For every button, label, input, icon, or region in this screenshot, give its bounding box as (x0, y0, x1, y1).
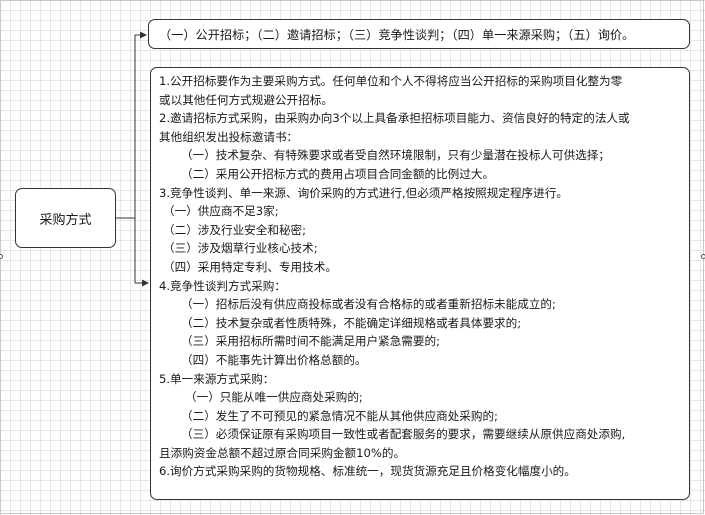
detail-line: （一）技术复杂、有特殊要求或者受自然环境限制，只有少量潜在投标人可供选择； (181, 148, 610, 163)
detail-line: （二）技术复杂或者性质特殊，不能确定详细规格或者具体要求的; (181, 315, 522, 330)
detail-line: 或以其他任何方式规避公开招标。 (159, 92, 333, 107)
details-text-block: 1.公开招标要作为主要采购方式。任何单位和个人不得将应当公开招标的采购项目化整为… (159, 72, 681, 481)
detail-line: （三）涉及烟草行业核心技术; (163, 241, 318, 256)
detail-line: （一）招标后没有供应商投标或者没有合格标的或者重新招标未能成立的; (181, 297, 556, 312)
root-node[interactable]: 采购方式 (15, 188, 116, 248)
root-label: 采购方式 (39, 212, 92, 228)
details-node[interactable]: 1.公开招标要作为主要采购方式。任何单位和个人不得将应当公开招标的采购项目化整为… (150, 67, 690, 500)
detail-line: 3.竞争性谈判、单一来源、询价采购的方式进行,但必须严格按照规定程序进行。 (159, 185, 568, 200)
detail-line: 且添购资金总额不超过原合同采购金额10%的。 (159, 445, 406, 460)
summary-node[interactable]: （一）公开招标；（二）邀请招标；（三）竞争性谈判；（四）单一来源采购；（五）询价… (148, 19, 690, 49)
edge-handle-right (701, 254, 705, 259)
detail-line: （一）只能从唯一供应商处采购的; (185, 390, 363, 405)
summary-text: （一）公开招标；（二）邀请招标；（三）竞争性谈判；（四）单一来源采购；（五）询价… (159, 28, 635, 42)
detail-line: 5.单一来源方式采购： (159, 371, 275, 386)
detail-line: （四）不能事先计算出价格总额的。 (181, 352, 367, 367)
detail-line: （四）采用特定专利、专用技术。 (163, 259, 337, 274)
detail-line: （三）必须保证原有采购项目一致性或者配套服务的要求，需要继续从原供应商处添购, (181, 427, 626, 442)
detail-line: （二）涉及行业安全和秘密; (163, 222, 307, 237)
detail-line: 2.邀请招标方式采购，由采购办向3个以上具备承担招标项目能力、资信良好的特定的法… (159, 111, 630, 126)
detail-line: （二）采用公开招标方式的费用占项目合同金额的比例过大。 (181, 166, 495, 181)
detail-line: 6.询价方式采购采购的货物规格、标准统一，现货货源充足且价格变化幅度小的。 (159, 464, 576, 479)
detail-line: （一）供应商不足3家; (163, 204, 279, 219)
detail-line: 其他组织发出投标邀请书： (159, 129, 299, 144)
detail-line: 4.竞争性谈判方式采购： (159, 278, 286, 293)
detail-line: （二）发生了不可预见的紧急情况不能从其他供应商处采购的; (181, 408, 498, 423)
connector-root-trunk (116, 35, 136, 283)
detail-line: （三）采用招标所需时间不能满足用户紧急需要的; (181, 334, 440, 349)
detail-line: 1.公开招标要作为主要采购方式。任何单位和个人不得将应当公开招标的采购项目化整为… (159, 74, 623, 88)
